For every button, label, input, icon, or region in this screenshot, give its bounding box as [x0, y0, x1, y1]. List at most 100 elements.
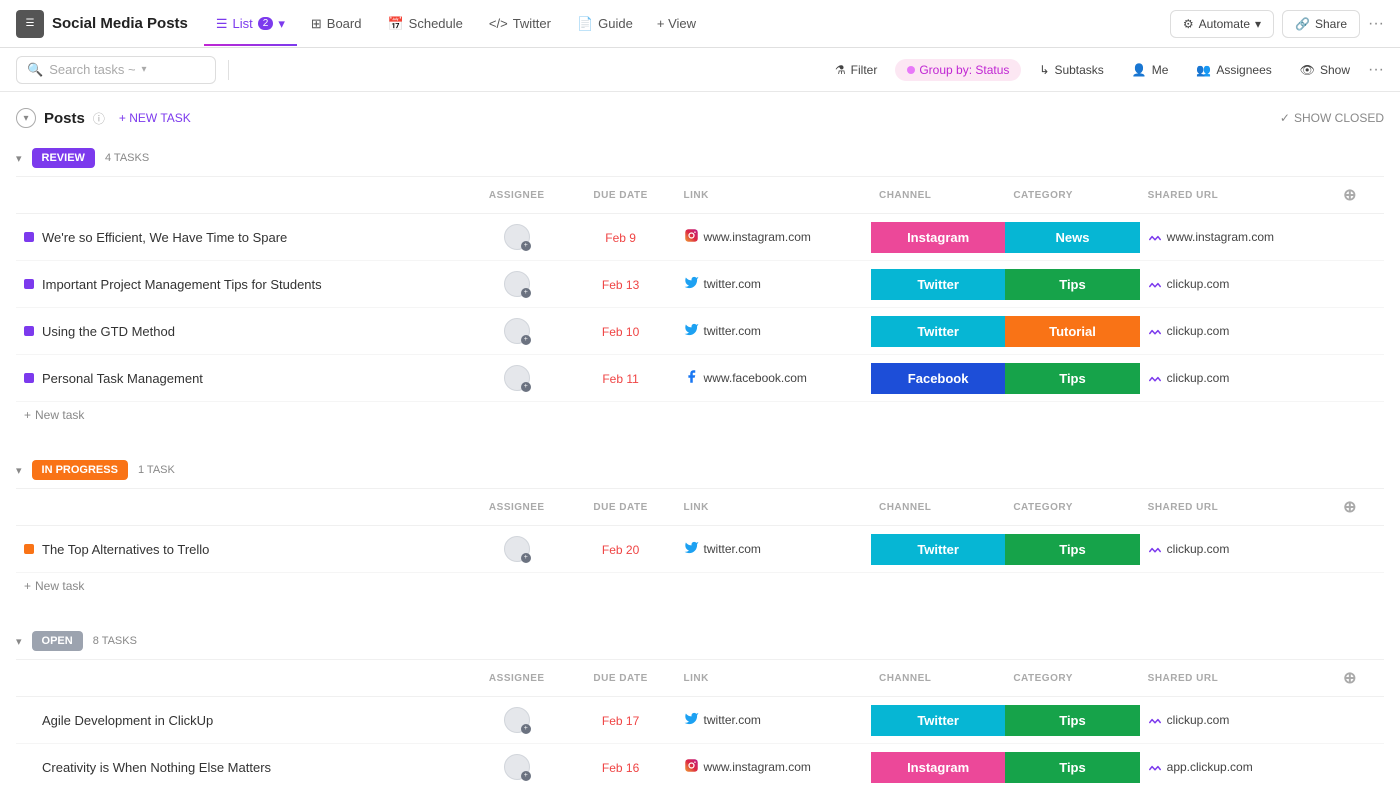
shared-url: clickup.com — [1167, 542, 1230, 556]
shared-url: app.clickup.com — [1167, 760, 1253, 774]
shared-url-cell[interactable]: clickup.com — [1140, 261, 1335, 308]
group-open-toggle[interactable]: ▾ — [16, 635, 22, 648]
search-box[interactable]: 🔍 Search tasks ~ ▾ — [16, 56, 216, 84]
group-inprogress-header: ▾ IN PROGRESS 1 TASK — [16, 452, 1384, 489]
filter-button[interactable]: ⚗ Filter — [825, 58, 887, 82]
due-date-cell: Feb 11 — [566, 355, 676, 402]
twitter-link-icon — [684, 711, 699, 729]
tab-guide[interactable]: 📄 Guide — [565, 10, 645, 38]
assignee-cell — [468, 526, 566, 573]
add-column-open[interactable]: ⊕ — [1343, 670, 1357, 687]
category-cell: Tips — [1005, 697, 1139, 744]
search-chevron-icon: ▾ — [142, 64, 147, 75]
table-row[interactable]: Personal Task Management Feb 11 www.face… — [16, 355, 1384, 402]
avatar[interactable] — [504, 318, 530, 344]
status-badge-review: REVIEW — [32, 148, 95, 168]
link-cell[interactable]: www.instagram.com — [676, 744, 871, 786]
channel-badge: Twitter — [871, 269, 1005, 300]
nav-tabs: ☰ List 2 ▾ ⊞ Board 📅 Schedule </> Twitte… — [204, 10, 706, 38]
more-options-icon[interactable]: ··· — [1368, 15, 1384, 33]
show-closed-button[interactable]: ✓ SHOW CLOSED — [1280, 111, 1384, 125]
col-header-link-open: LINK — [676, 660, 871, 697]
task-bullet — [24, 279, 34, 289]
add-view-button[interactable]: + View — [647, 10, 706, 37]
list-icon: ☰ — [216, 16, 228, 32]
task-name-cell[interactable]: The Top Alternatives to Trello — [16, 526, 468, 573]
tab-board[interactable]: ⊞ Board — [299, 10, 374, 38]
channel-badge: Instagram — [871, 752, 1005, 783]
clickup-shared-icon — [1148, 276, 1162, 293]
task-name-cell[interactable]: Agile Development in ClickUp — [16, 697, 468, 744]
clickup-shared-icon — [1148, 541, 1162, 558]
avatar[interactable] — [504, 271, 530, 297]
table-row[interactable]: Important Project Management Tips for St… — [16, 261, 1384, 308]
col-header-duedate-review: DUE DATE — [566, 177, 676, 214]
new-task-button[interactable]: + NEW TASK — [113, 109, 197, 127]
avatar[interactable] — [504, 224, 530, 250]
shared-url-cell[interactable]: app.clickup.com — [1140, 744, 1335, 786]
table-row[interactable]: Creativity is When Nothing Else Matters … — [16, 744, 1384, 786]
row-action-cell — [1335, 261, 1384, 308]
subtasks-button[interactable]: ↳ Subtasks — [1029, 58, 1113, 82]
category-cell: Tips — [1005, 261, 1139, 308]
tab-list[interactable]: ☰ List 2 ▾ — [204, 10, 297, 38]
group-inprogress-toggle[interactable]: ▾ — [16, 464, 22, 477]
link-cell[interactable]: twitter.com — [676, 526, 871, 573]
add-task-inprogress[interactable]: + New task — [16, 573, 1384, 599]
shared-url-cell[interactable]: clickup.com — [1140, 355, 1335, 402]
avatar[interactable] — [504, 707, 530, 733]
share-label: Share — [1315, 17, 1347, 31]
link-cell[interactable]: twitter.com — [676, 697, 871, 744]
group-review-toggle[interactable]: ▾ — [16, 152, 22, 165]
link-cell[interactable]: www.instagram.com — [676, 214, 871, 261]
avatar[interactable] — [504, 536, 530, 562]
posts-info-icon[interactable]: ⓘ — [93, 110, 105, 127]
me-button[interactable]: 👤 Me — [1122, 58, 1179, 82]
table-row[interactable]: We're so Efficient, We Have Time to Spar… — [16, 214, 1384, 261]
link-url: twitter.com — [704, 277, 761, 291]
toolbar-more-icon[interactable]: ··· — [1368, 61, 1384, 79]
add-column-review[interactable]: ⊕ — [1343, 187, 1357, 204]
table-row[interactable]: The Top Alternatives to Trello Feb 20 tw… — [16, 526, 1384, 573]
link-cell[interactable]: www.facebook.com — [676, 355, 871, 402]
group-by-button[interactable]: Group by: Status — [895, 59, 1021, 81]
task-name-cell[interactable]: Important Project Management Tips for St… — [16, 261, 468, 308]
assignees-icon: 👥 — [1196, 63, 1211, 77]
shared-url-cell[interactable]: clickup.com — [1140, 308, 1335, 355]
shared-url-cell[interactable]: clickup.com — [1140, 697, 1335, 744]
plus-icon: + — [24, 579, 31, 593]
link-cell[interactable]: twitter.com — [676, 261, 871, 308]
task-name-cell[interactable]: Personal Task Management — [16, 355, 468, 402]
avatar[interactable] — [504, 365, 530, 391]
posts-title: Posts — [44, 110, 85, 127]
link-cell[interactable]: twitter.com — [676, 308, 871, 355]
add-column-ip[interactable]: ⊕ — [1343, 499, 1357, 516]
show-button[interactable]: 👁 Show — [1290, 58, 1360, 82]
col-header-task-review — [16, 177, 468, 214]
col-header-channel-ip: CHANNEL — [871, 489, 1005, 526]
task-name-cell[interactable]: Creativity is When Nothing Else Matters — [16, 744, 468, 786]
posts-toggle[interactable]: ▾ — [16, 108, 36, 128]
row-action-cell — [1335, 355, 1384, 402]
shared-url-cell[interactable]: clickup.com — [1140, 526, 1335, 573]
table-row[interactable]: Using the GTD Method Feb 10 twitter.com — [16, 308, 1384, 355]
task-name-cell[interactable]: We're so Efficient, We Have Time to Spar… — [16, 214, 468, 261]
automate-button[interactable]: ⚙ Automate ▾ — [1170, 10, 1274, 38]
shared-url-cell[interactable]: www.instagram.com — [1140, 214, 1335, 261]
twitter-nav-icon: </> — [489, 16, 508, 31]
group-review-header: ▾ REVIEW 4 TASKS — [16, 140, 1384, 177]
col-header-category-open: CATEGORY — [1005, 660, 1139, 697]
task-bullet — [24, 326, 34, 336]
filter-icon: ⚗ — [835, 63, 846, 77]
category-cell: Tips — [1005, 355, 1139, 402]
assignees-button[interactable]: 👥 Assignees — [1186, 58, 1281, 82]
share-button[interactable]: 🔗 Share — [1282, 10, 1360, 38]
avatar[interactable] — [504, 754, 530, 780]
tab-schedule[interactable]: 📅 Schedule — [375, 10, 474, 38]
table-row[interactable]: Agile Development in ClickUp Feb 17 twit… — [16, 697, 1384, 744]
automate-icon: ⚙ — [1183, 17, 1194, 31]
task-name-cell[interactable]: Using the GTD Method — [16, 308, 468, 355]
col-header-add-review: ⊕ — [1335, 177, 1384, 214]
tab-twitter[interactable]: </> Twitter — [477, 10, 563, 37]
add-task-review[interactable]: + New task — [16, 402, 1384, 428]
